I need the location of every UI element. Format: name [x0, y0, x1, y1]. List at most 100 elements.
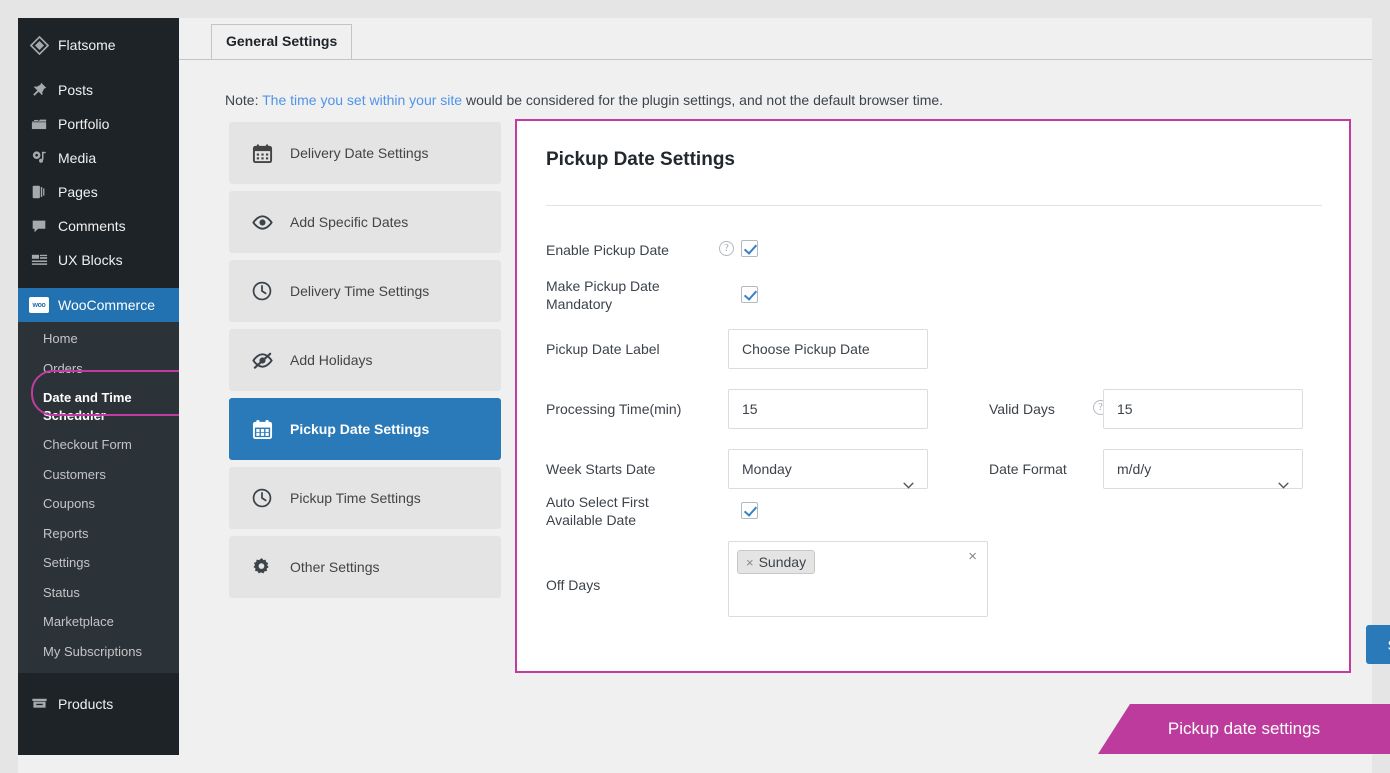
pages-icon [29, 182, 49, 202]
save-changes-button[interactable]: Save Changes [1366, 625, 1390, 664]
submenu-item-status[interactable]: Status [18, 578, 179, 608]
settings-menu-item-label: Add Specific Dates [290, 214, 409, 230]
sidebar-item-label: UX Blocks [58, 252, 123, 268]
sidebar-item-label: Posts [58, 82, 94, 98]
settings-menu-item-add-specific-dates[interactable]: Add Specific Dates [229, 191, 501, 253]
chevron-down-icon [903, 465, 914, 489]
note-text: Note: The time you set within your site … [225, 92, 943, 108]
valid-days-label: Valid Days [989, 401, 1055, 417]
date-format-select[interactable]: m/d/y [1103, 449, 1303, 489]
woo-badge-text: woo [32, 301, 46, 309]
settings-menu-item-label: Delivery Date Settings [290, 145, 429, 161]
clock-icon [250, 279, 274, 303]
valid-days-input[interactable]: 15 [1103, 389, 1303, 429]
tag-remove-icon[interactable]: × [746, 555, 754, 570]
pickup-date-label-input[interactable]: Choose Pickup Date [728, 329, 928, 369]
note-suffix: would be considered for the plugin setti… [465, 92, 944, 108]
processing-time-label: Processing Time(min) [546, 401, 682, 417]
sidebar-item-label: Products [58, 695, 114, 712]
page-root: Flatsome Posts Portfolio Media Pages Com… [0, 0, 1390, 773]
week-starts-date-select[interactable]: Monday [728, 449, 928, 489]
note-prefix: Note: [225, 92, 259, 108]
sidebar-item-label: Comments [58, 218, 126, 234]
submenu-item-date-and-time-scheduler[interactable]: Date and Time Scheduler [18, 383, 179, 430]
pickup-date-label-label: Pickup Date Label [546, 341, 660, 357]
settings-menu-item-label: Pickup Date Settings [290, 421, 430, 437]
media-icon [29, 148, 49, 168]
tab-general-settings[interactable]: General Settings [211, 24, 353, 59]
off-days-label: Off Days [546, 577, 601, 593]
submenu-item-marketplace[interactable]: Marketplace [18, 607, 179, 637]
woocommerce-submenu: Home Orders Date and Time Scheduler Chec… [18, 322, 179, 673]
enable-pickup-date-label: Enable Pickup Date [546, 242, 669, 258]
flatsome-diamond-icon [29, 35, 49, 55]
wp-admin-sidebar: Flatsome Posts Portfolio Media Pages Com… [18, 18, 207, 755]
sidebar-item-ux-blocks[interactable]: UX Blocks [18, 243, 179, 277]
calendar-icon [250, 141, 274, 165]
date-format-label: Date Format [989, 461, 1067, 477]
mandatory-checkbox[interactable] [741, 286, 758, 303]
submenu-item-my-subscriptions[interactable]: My Subscriptions [18, 637, 179, 667]
settings-menu-item-label: Pickup Time Settings [290, 490, 421, 506]
processing-time-input[interactable]: 15 [728, 389, 928, 429]
sidebar-item-pages[interactable]: Pages [18, 175, 179, 209]
auto-select-checkbox[interactable] [741, 502, 758, 519]
submenu-item-customers[interactable]: Customers [18, 460, 179, 490]
settings-menu-item-add-holidays[interactable]: Add Holidays [229, 329, 501, 391]
auto-select-label: Auto Select First Available Date [546, 494, 649, 528]
mandatory-label: Make Pickup Date Mandatory [546, 278, 660, 312]
woo-icon: woo [29, 295, 49, 315]
settings-menu-item-other-settings[interactable]: Other Settings [229, 536, 501, 598]
callout-banner: Pickup date settings [1098, 704, 1390, 754]
pin-icon [29, 80, 49, 100]
off-days-clear-icon[interactable]: × [968, 549, 977, 564]
settings-menu-item-label: Other Settings [290, 559, 380, 575]
off-days-tag-sunday[interactable]: × Sunday [737, 550, 816, 574]
comment-bubble-icon [29, 216, 49, 236]
clock-icon [250, 486, 274, 510]
eye-icon [250, 210, 274, 234]
submenu-item-settings[interactable]: Settings [18, 548, 179, 578]
calendar-icon [250, 417, 274, 441]
settings-menu-item-pickup-time-settings[interactable]: Pickup Time Settings [229, 467, 501, 529]
sidebar-item-comments[interactable]: Comments [18, 209, 179, 243]
help-icon[interactable]: ? [719, 241, 734, 256]
callout-text: Pickup date settings [1167, 719, 1321, 738]
ux-blocks-icon [29, 250, 49, 270]
submenu-item-coupons[interactable]: Coupons [18, 489, 179, 519]
sidebar-item-label: Flatsome [58, 37, 116, 53]
note-link[interactable]: The time you set within your site [262, 92, 462, 108]
submenu-item-checkout-form[interactable]: Checkout Form [18, 430, 179, 460]
chevron-down-icon [1278, 465, 1289, 489]
submenu-item-reports[interactable]: Reports [18, 519, 179, 549]
sidebar-item-portfolio[interactable]: Portfolio [18, 107, 179, 141]
submenu-item-home[interactable]: Home [18, 324, 179, 354]
settings-menu-item-delivery-date-settings[interactable]: Delivery Date Settings [229, 122, 501, 184]
sidebar-item-products[interactable]: Products [18, 687, 179, 721]
sidebar-item-woocommerce[interactable]: woo WooCommerce [18, 288, 179, 322]
sidebar-item-label: Pages [58, 184, 98, 200]
settings-menu-item-delivery-time-settings[interactable]: Delivery Time Settings [229, 260, 501, 322]
portfolio-folder-icon [29, 114, 49, 134]
page-top-margin [0, 0, 1390, 18]
tab-bar: General Settings [211, 24, 353, 60]
pickup-date-settings-panel: Pickup Date Settings Enable Pickup Date … [515, 119, 1390, 673]
off-days-multiselect[interactable]: × Sunday × [728, 541, 988, 617]
settings-menu-item-label: Delivery Time Settings [290, 283, 430, 299]
products-box-icon [29, 694, 49, 714]
submenu-item-orders[interactable]: Orders [18, 354, 179, 384]
sidebar-item-label: Portfolio [58, 116, 110, 132]
week-starts-date-label: Week Starts Date [546, 461, 656, 477]
settings-menu: Delivery Date Settings Add Specific Date… [229, 122, 501, 605]
panel-title: Pickup Date Settings [546, 149, 735, 170]
tab-underline [179, 59, 1372, 60]
settings-menu-item-label: Add Holidays [290, 352, 373, 368]
main-content: General Settings Note: The time you set … [179, 18, 1390, 755]
settings-menu-item-pickup-date-settings[interactable]: Pickup Date Settings [229, 398, 501, 460]
sidebar-item-posts[interactable]: Posts [18, 73, 179, 107]
sidebar-item-flatsome[interactable]: Flatsome [18, 28, 179, 62]
enable-pickup-date-checkbox[interactable] [741, 240, 758, 257]
week-starts-date-value: Monday [742, 461, 792, 477]
gear-icon [250, 555, 274, 579]
sidebar-item-media[interactable]: Media [18, 141, 179, 175]
